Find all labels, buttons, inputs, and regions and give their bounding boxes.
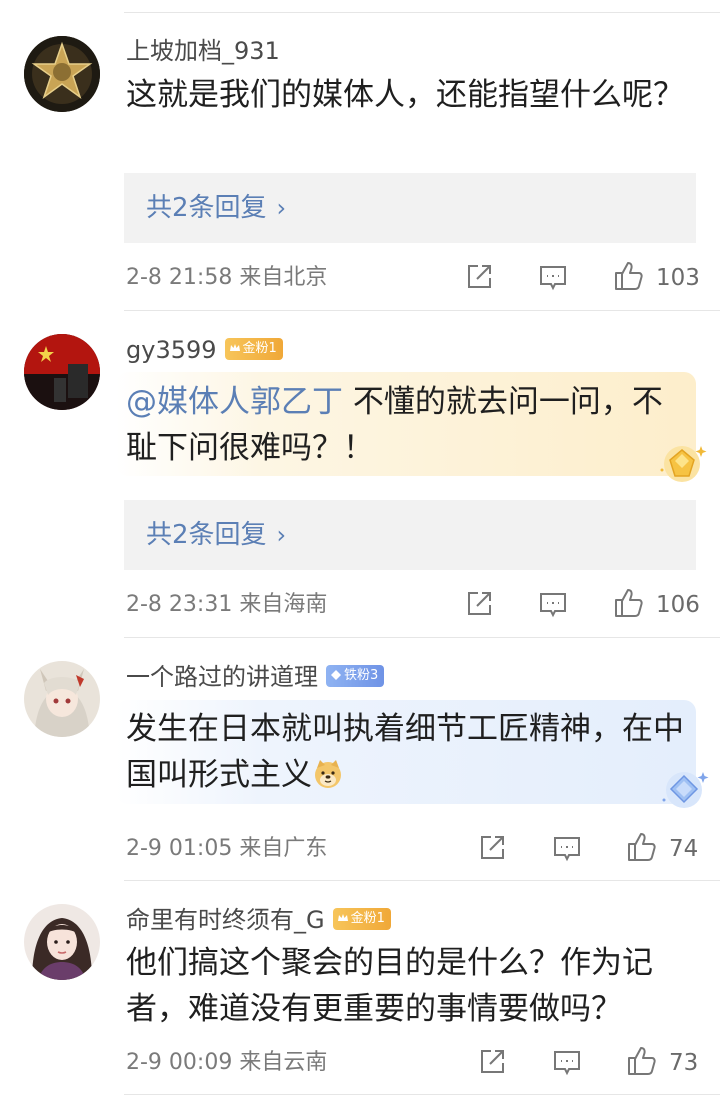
share-icon[interactable]: [464, 589, 494, 621]
comment-icon[interactable]: [538, 589, 568, 621]
crown-icon: [337, 913, 348, 921]
timestamp: 2-8 21:58: [126, 265, 233, 290]
fan-badge[interactable]: 金粉1: [224, 338, 283, 360]
replies-button[interactable]: 共2条回复 ›: [124, 173, 696, 243]
divider: [124, 1094, 720, 1095]
comment-meta: 2-8 23:31 来自海南: [126, 591, 327, 619]
avatar[interactable]: [24, 334, 100, 410]
comment-text: 这就是我们的媒体人，还能指望什么呢？: [126, 77, 684, 113]
like-count: 74: [669, 836, 699, 862]
username[interactable]: 一个路过的讲道理 铁粉3: [126, 662, 385, 692]
comment-meta: 2-9 01:05 来自广东: [126, 835, 327, 863]
thumbs-up-icon[interactable]: [626, 831, 658, 863]
share-icon[interactable]: [477, 1047, 507, 1079]
comment-text: 他们搞这个聚会的目的是什么？作为记者，难道没有更重要的事情要做吗？: [126, 945, 653, 1027]
username[interactable]: 上坡加档_931: [126, 36, 280, 66]
comment-text: @媒体人郭乙丁 不懂的就去问一问，不耻下问很难吗？！: [126, 384, 663, 466]
location: 来自广东: [239, 836, 328, 861]
avatar[interactable]: [24, 36, 100, 112]
comment-icon[interactable]: [538, 262, 568, 294]
diamond-icon: [331, 669, 341, 680]
timestamp: 2-9 00:09: [126, 1050, 233, 1075]
username[interactable]: gy3599 金粉1: [126, 335, 283, 365]
comment-meta: 2-9 00:09 来自云南: [126, 1049, 327, 1077]
thumbs-up-icon[interactable]: [613, 260, 645, 292]
comment-meta: 2-8 21:58 来自北京: [126, 264, 327, 292]
comment-icon[interactable]: [552, 1047, 582, 1079]
mention-link[interactable]: @媒体人郭乙丁: [126, 384, 343, 420]
like-count: 73: [669, 1050, 699, 1076]
replies-button[interactable]: 共2条回复 ›: [124, 500, 696, 570]
avatar[interactable]: [24, 904, 100, 980]
divider: [124, 12, 720, 13]
divider: [124, 880, 720, 881]
fan-badge[interactable]: 金粉1: [332, 908, 391, 930]
comment-icon[interactable]: [552, 833, 582, 865]
comment-text: 发生在日本就叫执着细节工匠精神，在中国叫形式主义: [126, 711, 684, 793]
like-count: 106: [656, 592, 700, 618]
divider: [124, 637, 720, 638]
location: 来自北京: [239, 265, 328, 290]
chevron-right-icon: ›: [276, 521, 287, 549]
location: 来自云南: [239, 1050, 328, 1075]
timestamp: 2-9 01:05: [126, 836, 233, 861]
divider: [124, 310, 720, 311]
location: 来自海南: [239, 592, 328, 617]
thumbs-up-icon[interactable]: [626, 1045, 658, 1077]
fan-badge[interactable]: 铁粉3: [326, 665, 385, 687]
thumbs-up-icon[interactable]: [613, 587, 645, 619]
crown-icon: [229, 343, 240, 351]
username[interactable]: 命里有时终须有_G 金粉1: [126, 905, 391, 935]
share-icon[interactable]: [477, 833, 507, 865]
share-icon[interactable]: [464, 262, 494, 294]
doge-emoji: [315, 760, 341, 788]
timestamp: 2-8 23:31: [126, 592, 233, 617]
avatar[interactable]: [24, 661, 100, 737]
like-count: 103: [656, 265, 700, 291]
chevron-right-icon: ›: [276, 194, 287, 222]
